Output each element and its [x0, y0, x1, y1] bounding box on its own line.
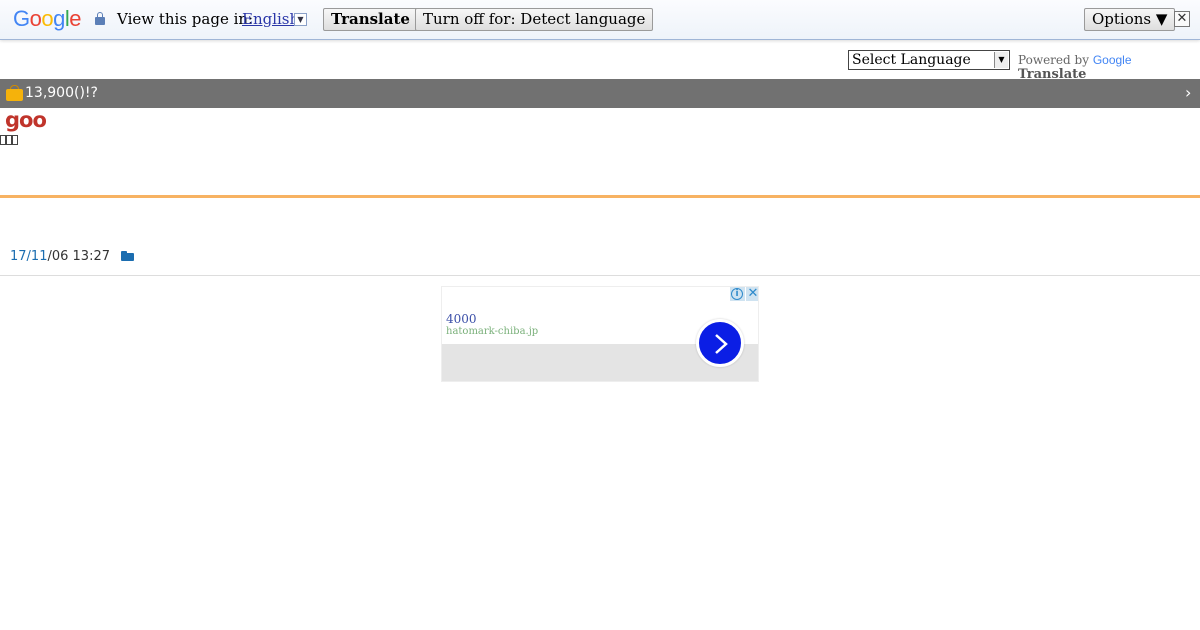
shopping-bag-icon — [6, 85, 23, 101]
folder-icon[interactable] — [121, 251, 134, 261]
google-logo-letter: G — [13, 6, 30, 31]
headline-text[interactable]: 13,900()!? — [25, 85, 98, 101]
google-logo-letter: o — [29, 6, 42, 31]
google-wordmark: Google — [1093, 53, 1132, 67]
google-logo-letter: o — [41, 6, 54, 31]
blog-title-glyphs — [0, 135, 18, 148]
powered-by-label: Powered by — [1018, 53, 1089, 67]
info-glyph: i — [731, 288, 743, 300]
chevron-right-icon[interactable]: › — [1185, 83, 1191, 102]
ad-banner[interactable]: 4000 hatomark-chiba.jp i ✕ — [441, 286, 759, 382]
google-logo-letter: e — [69, 6, 82, 31]
powered-by: Powered by Google Translate — [1018, 53, 1200, 82]
select-language-value: Select Language — [852, 52, 971, 68]
view-page-label: View this page in: — [117, 10, 254, 28]
date-time: /06 13:27 — [47, 249, 110, 264]
google-logo: Google — [13, 6, 82, 32]
accent-divider — [0, 195, 1200, 198]
google-wordmark-text: Google — [1092, 53, 1132, 67]
turn-off-button[interactable]: Turn off for: Detect language — [415, 8, 654, 31]
dropdown-arrow-icon[interactable]: ▼ — [294, 13, 307, 26]
options-button[interactable]: Options ▼ — [1084, 8, 1176, 31]
select-language-dropdown[interactable]: Select Language ▼ — [848, 50, 1010, 70]
close-icon[interactable]: ✕ — [1174, 11, 1190, 27]
goo-logo[interactable]: goo — [5, 108, 47, 132]
language-link[interactable]: English — [242, 10, 299, 28]
ad-headline[interactable]: 4000 — [446, 312, 477, 326]
ad-domain[interactable]: hatomark-chiba.jp — [446, 326, 538, 337]
date-link[interactable]: 17/11 — [10, 249, 47, 264]
chevron-down-icon: ▼ — [994, 52, 1008, 68]
ad-go-button[interactable] — [696, 319, 744, 367]
ad-close-icon[interactable]: ✕ — [746, 287, 758, 301]
chevron-right-icon — [715, 334, 728, 354]
post-date: 17/11/06 13:27 — [10, 249, 110, 264]
translate-button[interactable]: Translate — [323, 8, 418, 31]
google-logo-letter: g — [53, 6, 65, 31]
lock-icon — [95, 12, 105, 25]
headline-bar[interactable]: 13,900()!? › — [0, 79, 1200, 108]
translate-bar: Google View this page in: English ▼ Tran… — [0, 0, 1200, 40]
divider — [0, 275, 1200, 276]
ad-info-icon[interactable]: i — [730, 287, 745, 301]
